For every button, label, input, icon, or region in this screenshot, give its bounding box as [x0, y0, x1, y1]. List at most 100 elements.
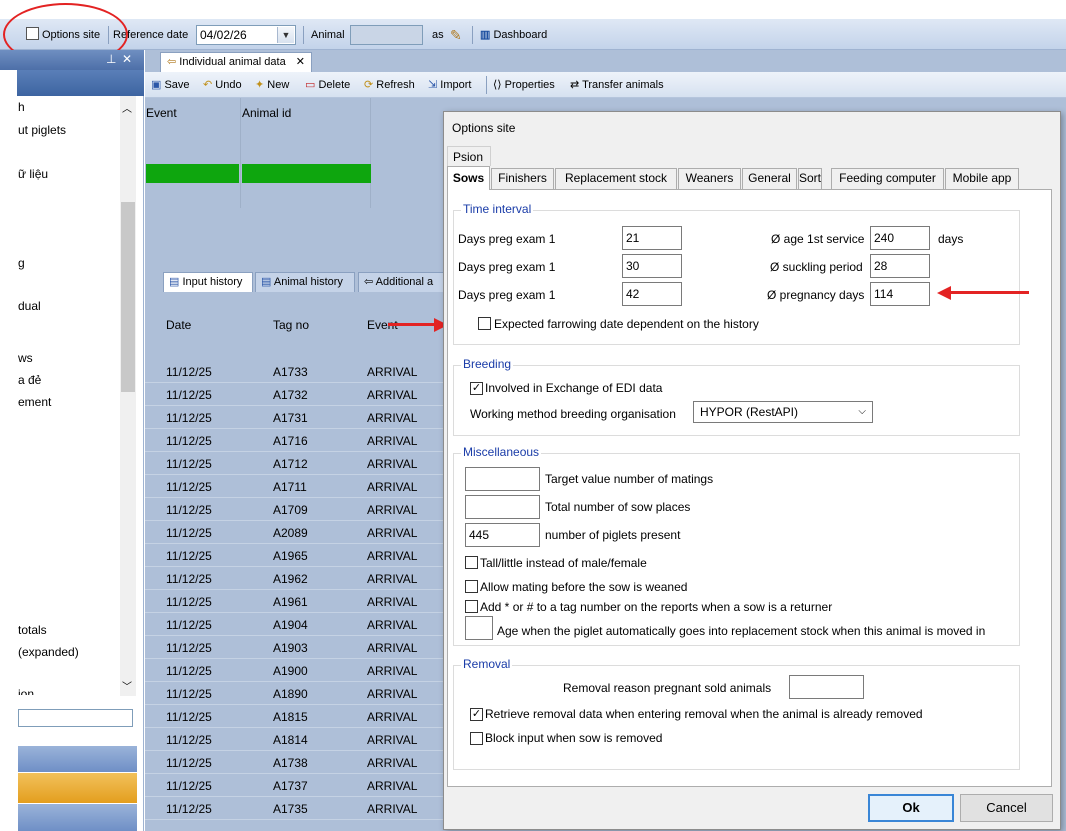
- left-panel-item[interactable]: h: [18, 100, 25, 114]
- save-button[interactable]: ▣ Save: [151, 75, 190, 95]
- days-preg-exam-input[interactable]: 30: [622, 254, 682, 278]
- table-row[interactable]: 11/12/25 A1814 ARRIVAL: [145, 728, 445, 751]
- expected-farrowing-checkbox[interactable]: [478, 317, 491, 330]
- table-row[interactable]: 11/12/25 A1737 ARRIVAL: [145, 774, 445, 797]
- left-panel-item[interactable]: ws: [18, 351, 33, 365]
- grid-header-event[interactable]: Event: [146, 106, 177, 120]
- column-header-tag-no[interactable]: Tag no: [273, 318, 309, 332]
- table-row[interactable]: 11/12/25 A1712 ARRIVAL: [145, 452, 445, 475]
- left-panel-item[interactable]: dual: [18, 299, 41, 313]
- piglets-present-input[interactable]: 445: [465, 523, 540, 547]
- left-panel-item[interactable]: ut piglets: [18, 123, 66, 137]
- group-title: Breeding: [461, 357, 514, 371]
- left-panel-item[interactable]: ement: [18, 395, 51, 409]
- pin-icon[interactable]: ⊥: [106, 52, 116, 66]
- cancel-button[interactable]: Cancel: [960, 794, 1053, 822]
- table-row[interactable]: 11/12/25 A1890 ARRIVAL: [145, 682, 445, 705]
- close-icon[interactable]: ✕: [296, 53, 305, 71]
- allow-mating-checkbox[interactable]: [465, 580, 478, 593]
- left-panel-input[interactable]: [18, 709, 133, 727]
- retrieve-removal-checkbox[interactable]: ✓: [470, 708, 483, 721]
- table-row[interactable]: 11/12/25 A1735 ARRIVAL: [145, 797, 445, 820]
- reference-date-combo[interactable]: 04/02/26 ▼: [196, 25, 296, 45]
- table-row[interactable]: 11/12/25 A1709 ARRIVAL: [145, 498, 445, 521]
- tab-additional[interactable]: ⇦ Additional a: [358, 272, 448, 292]
- refresh-button[interactable]: ⟳ Refresh: [364, 75, 415, 95]
- animal-input[interactable]: [350, 25, 423, 45]
- tab-animal-history[interactable]: ▤ Animal history: [255, 272, 355, 292]
- grid-header-animal-id[interactable]: Animal id: [242, 106, 291, 120]
- wand-icon[interactable]: ✎: [450, 25, 462, 45]
- input-history-table: Date Tag no Event 11/12/25 A1733 ARRIVAL 11…: [145, 293, 445, 831]
- table-row[interactable]: 11/12/25 A1961 ARRIVAL: [145, 590, 445, 613]
- left-panel-item[interactable]: ữ liệu: [18, 167, 48, 181]
- table-row[interactable]: 11/12/25 A1711 ARRIVAL: [145, 475, 445, 498]
- scrollbar-thumb[interactable]: [121, 202, 135, 392]
- tab-individual-animal-data[interactable]: ⇦ Individual animal data ✕: [160, 52, 312, 72]
- expected-farrowing-label: Expected farrowing date dependent on the…: [494, 317, 759, 331]
- nav-section-button[interactable]: [18, 746, 137, 772]
- pregnancy-days-input[interactable]: 114: [870, 282, 930, 306]
- tab-psion[interactable]: Psion: [447, 146, 491, 166]
- new-button[interactable]: ✦ New: [255, 75, 289, 95]
- block-input-checkbox[interactable]: [470, 732, 483, 745]
- left-panel-item[interactable]: g: [18, 256, 25, 270]
- tab-replacement-stock[interactable]: Replacement stock: [555, 168, 677, 189]
- table-row[interactable]: 11/12/25 A1903 ARRIVAL: [145, 636, 445, 659]
- days-preg-exam-input[interactable]: 21: [622, 226, 682, 250]
- add-star-checkbox[interactable]: [465, 600, 478, 613]
- dashboard-button[interactable]: ▥ Dashboard: [480, 25, 547, 45]
- table-row[interactable]: 11/12/25 A1733 ARRIVAL: [145, 360, 445, 383]
- age-piglet-input[interactable]: [465, 616, 493, 640]
- left-panel-item[interactable]: totals: [18, 623, 47, 637]
- import-button[interactable]: ⇲ Import: [428, 75, 471, 95]
- tab-input-history[interactable]: ▤ Input history: [163, 272, 253, 292]
- removal-reason-input[interactable]: [789, 675, 864, 699]
- left-panel-scrollbar[interactable]: [120, 96, 136, 696]
- table-row[interactable]: 11/12/25 A1962 ARRIVAL: [145, 567, 445, 590]
- table-row[interactable]: 11/12/25 A1815 ARRIVAL: [145, 705, 445, 728]
- table-row[interactable]: 11/12/25 A1904 ARRIVAL: [145, 613, 445, 636]
- delete-button[interactable]: ▭ Delete: [305, 75, 350, 95]
- suckling-period-input[interactable]: 28: [870, 254, 930, 278]
- properties-button[interactable]: ⟨⟩ Properties: [493, 75, 555, 95]
- chevron-down-icon[interactable]: ﹀: [122, 678, 132, 693]
- cell-tag-no: A1890: [273, 687, 308, 701]
- total-sow-places-input[interactable]: [465, 495, 540, 519]
- table-row[interactable]: 11/12/25 A2089 ARRIVAL: [145, 521, 445, 544]
- table-row[interactable]: 11/12/25 A1900 ARRIVAL: [145, 659, 445, 682]
- close-icon[interactable]: ✕: [122, 52, 132, 66]
- working-method-select[interactable]: HYPOR (RestAPI) ⌵: [693, 401, 873, 423]
- nav-section-button[interactable]: [18, 804, 137, 831]
- left-panel-item[interactable]: ion: [18, 687, 34, 695]
- days-preg-exam-input[interactable]: 42: [622, 282, 682, 306]
- tab-feeding-computer[interactable]: Feeding computer: [831, 168, 944, 189]
- left-panel-item[interactable]: a đẻ: [18, 373, 41, 387]
- tab-general[interactable]: General: [742, 168, 797, 189]
- left-panel-item[interactable]: (expanded): [18, 645, 79, 659]
- table-row[interactable]: 11/12/25 A1731 ARRIVAL: [145, 406, 445, 429]
- grid-cell-animal-id[interactable]: [242, 164, 371, 183]
- chevron-down-icon[interactable]: ▼: [277, 27, 294, 43]
- target-matings-input[interactable]: [465, 467, 540, 491]
- column-header-date[interactable]: Date: [166, 318, 191, 332]
- age-first-service-input[interactable]: 240: [870, 226, 930, 250]
- transfer-animals-button[interactable]: ⇄ Transfer animals: [570, 75, 664, 95]
- chevron-up-icon[interactable]: ︿: [122, 100, 132, 115]
- table-row[interactable]: 11/12/25 A1738 ARRIVAL: [145, 751, 445, 774]
- tall-little-checkbox[interactable]: [465, 556, 478, 569]
- edi-checkbox[interactable]: ✓: [470, 382, 483, 395]
- table-row[interactable]: 11/12/25 A1965 ARRIVAL: [145, 544, 445, 567]
- tab-finishers[interactable]: Finishers: [491, 168, 554, 189]
- undo-button[interactable]: ↶ Undo: [203, 75, 242, 95]
- ok-button[interactable]: Ok: [868, 794, 954, 822]
- tab-sows[interactable]: Sows: [447, 166, 490, 190]
- table-row[interactable]: 11/12/25 A1716 ARRIVAL: [145, 429, 445, 452]
- grid-cell-event[interactable]: [146, 164, 239, 183]
- nav-section-button-active[interactable]: [18, 773, 137, 803]
- tab-sort[interactable]: Sort: [798, 168, 823, 189]
- tab-weaners[interactable]: Weaners: [678, 168, 741, 189]
- cell-tag-no: A1709: [273, 503, 308, 517]
- tab-mobile-app[interactable]: Mobile app: [945, 168, 1019, 189]
- table-row[interactable]: 11/12/25 A1732 ARRIVAL: [145, 383, 445, 406]
